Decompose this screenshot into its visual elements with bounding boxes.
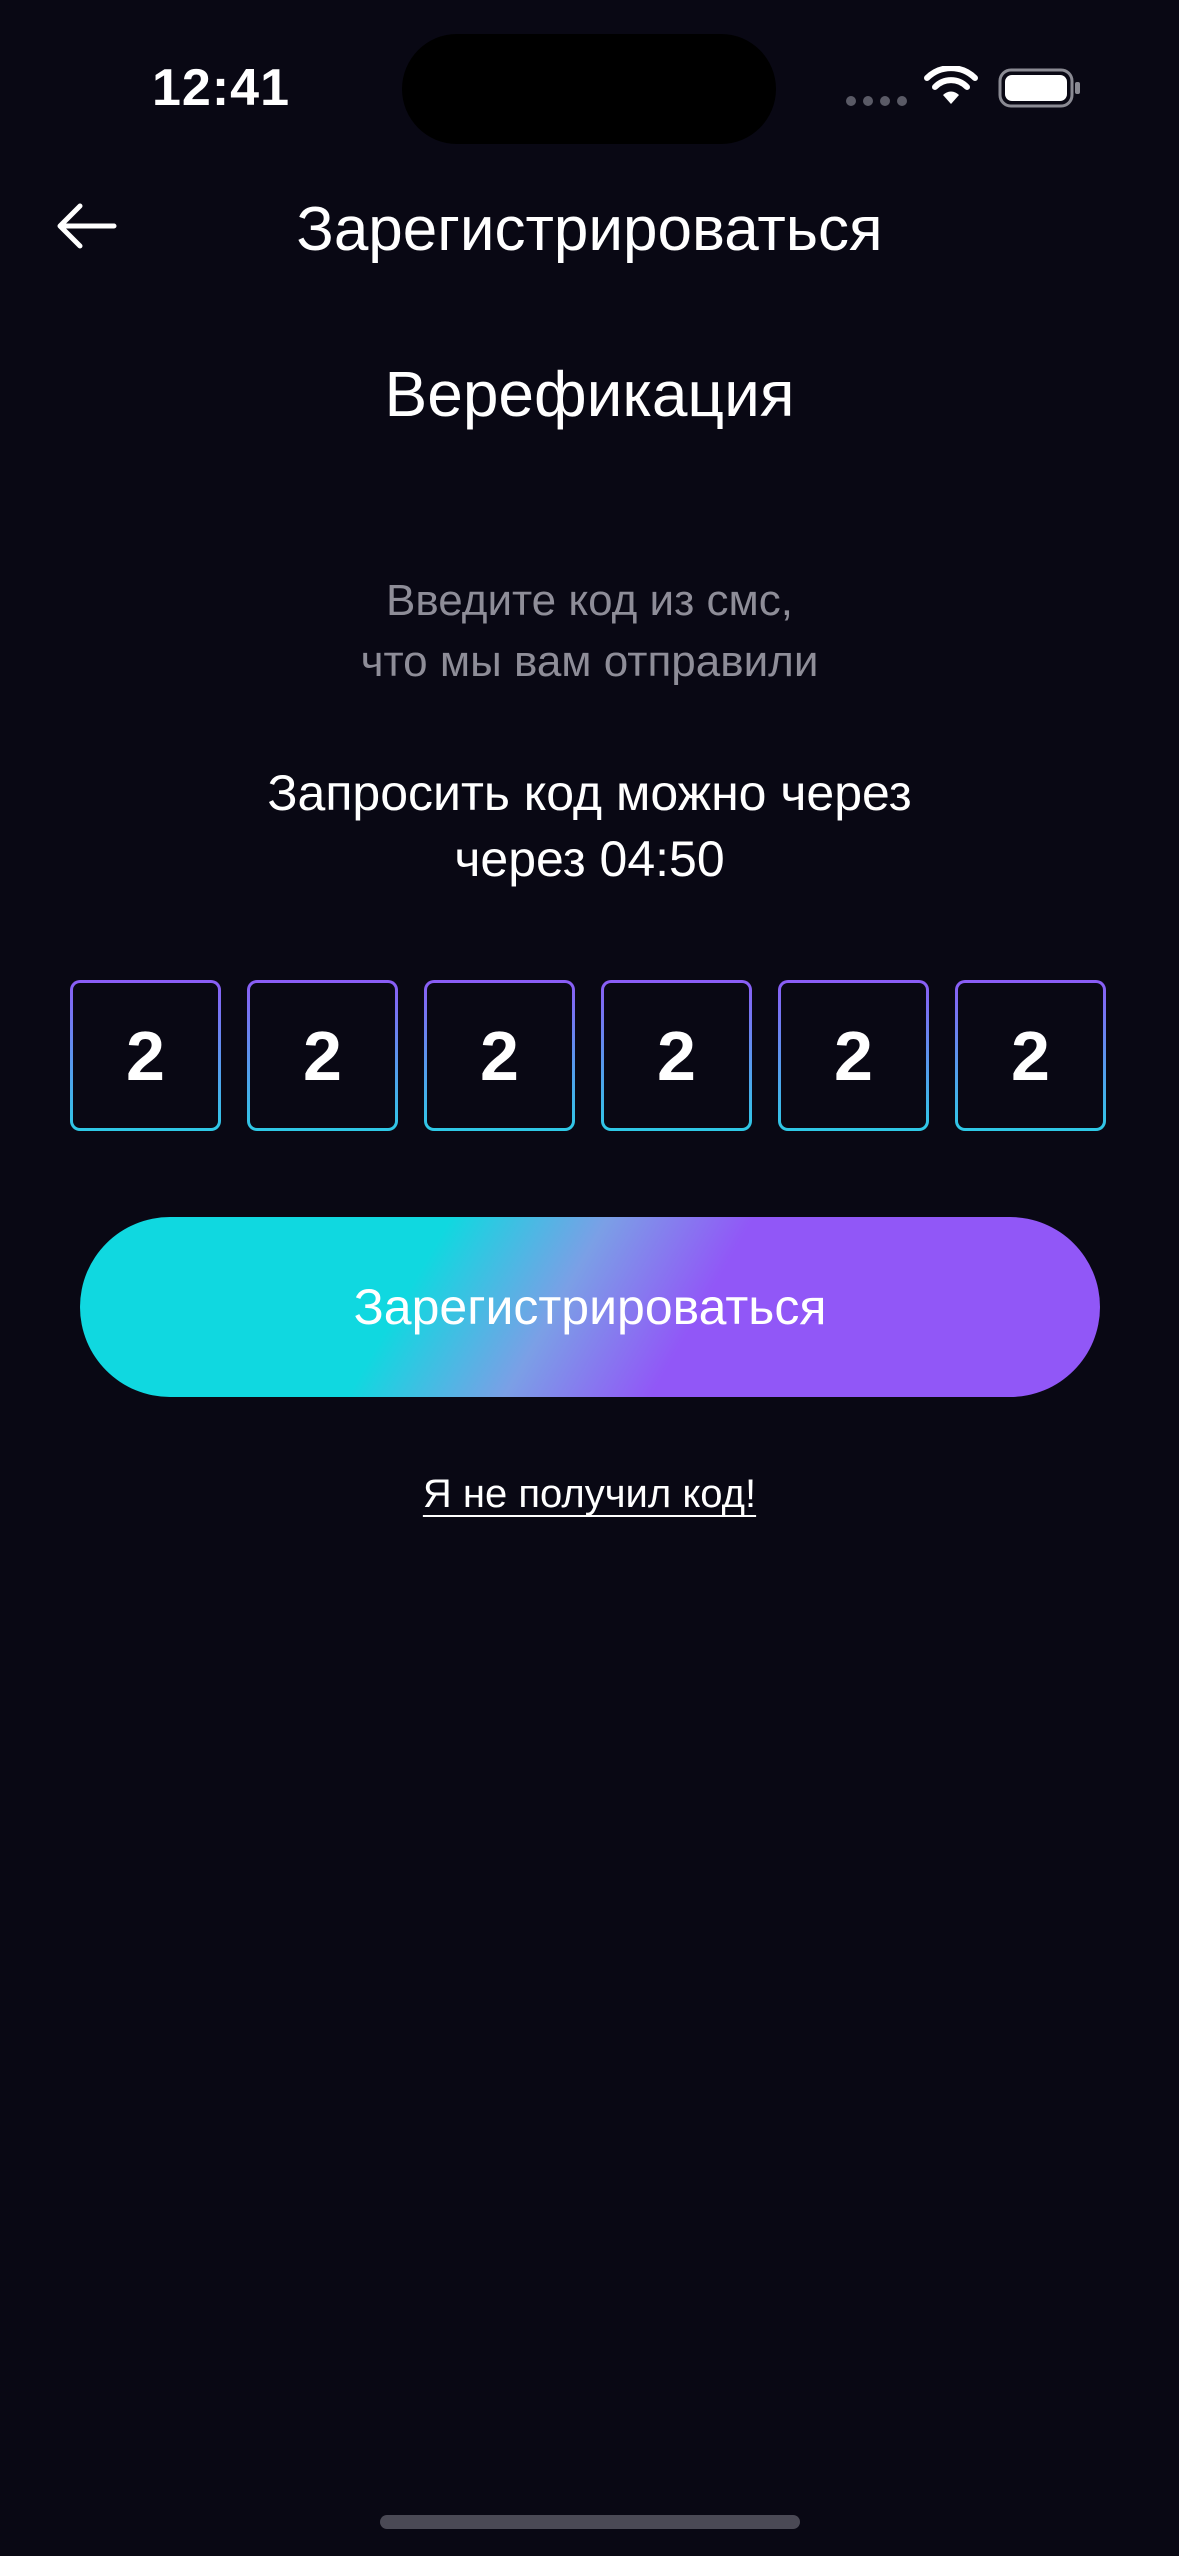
resend-code-link[interactable]: Я не получил код! — [423, 1472, 756, 1516]
instruction-line-2: что мы вам отправили — [360, 637, 819, 686]
header-title: Зарегистрироваться — [296, 195, 883, 264]
instruction-text: Введите код из смс, что мы вам отправили — [0, 570, 1179, 692]
code-digit-1[interactable]: 2 — [70, 980, 221, 1131]
resend-code-row: Я не получил код! — [0, 1466, 1179, 1522]
home-indicator[interactable] — [380, 2515, 800, 2529]
timer-line-1: Запросить код можно через — [267, 765, 912, 821]
instruction-line-1: Введите код из смс, — [386, 576, 793, 625]
code-input-row: 2 2 2 2 2 2 — [70, 980, 1106, 1131]
status-time: 12:41 — [152, 59, 290, 117]
dynamic-island — [402, 34, 776, 144]
wifi-icon — [924, 66, 978, 104]
register-button[interactable]: Зарегистрироваться — [80, 1217, 1100, 1397]
code-digit-5[interactable]: 2 — [778, 980, 929, 1131]
code-digit-4[interactable]: 2 — [601, 980, 752, 1131]
timer-line-2: через 04:50 — [454, 831, 725, 887]
code-digit-3[interactable]: 2 — [424, 980, 575, 1131]
battery-icon — [998, 68, 1080, 108]
signal-dots-icon — [846, 96, 907, 106]
code-digit-2[interactable]: 2 — [247, 980, 398, 1131]
code-digit-6[interactable]: 2 — [955, 980, 1106, 1131]
resend-timer: Запросить код можно через через 04:50 — [0, 760, 1179, 892]
page-title: Верефикация — [384, 358, 795, 430]
